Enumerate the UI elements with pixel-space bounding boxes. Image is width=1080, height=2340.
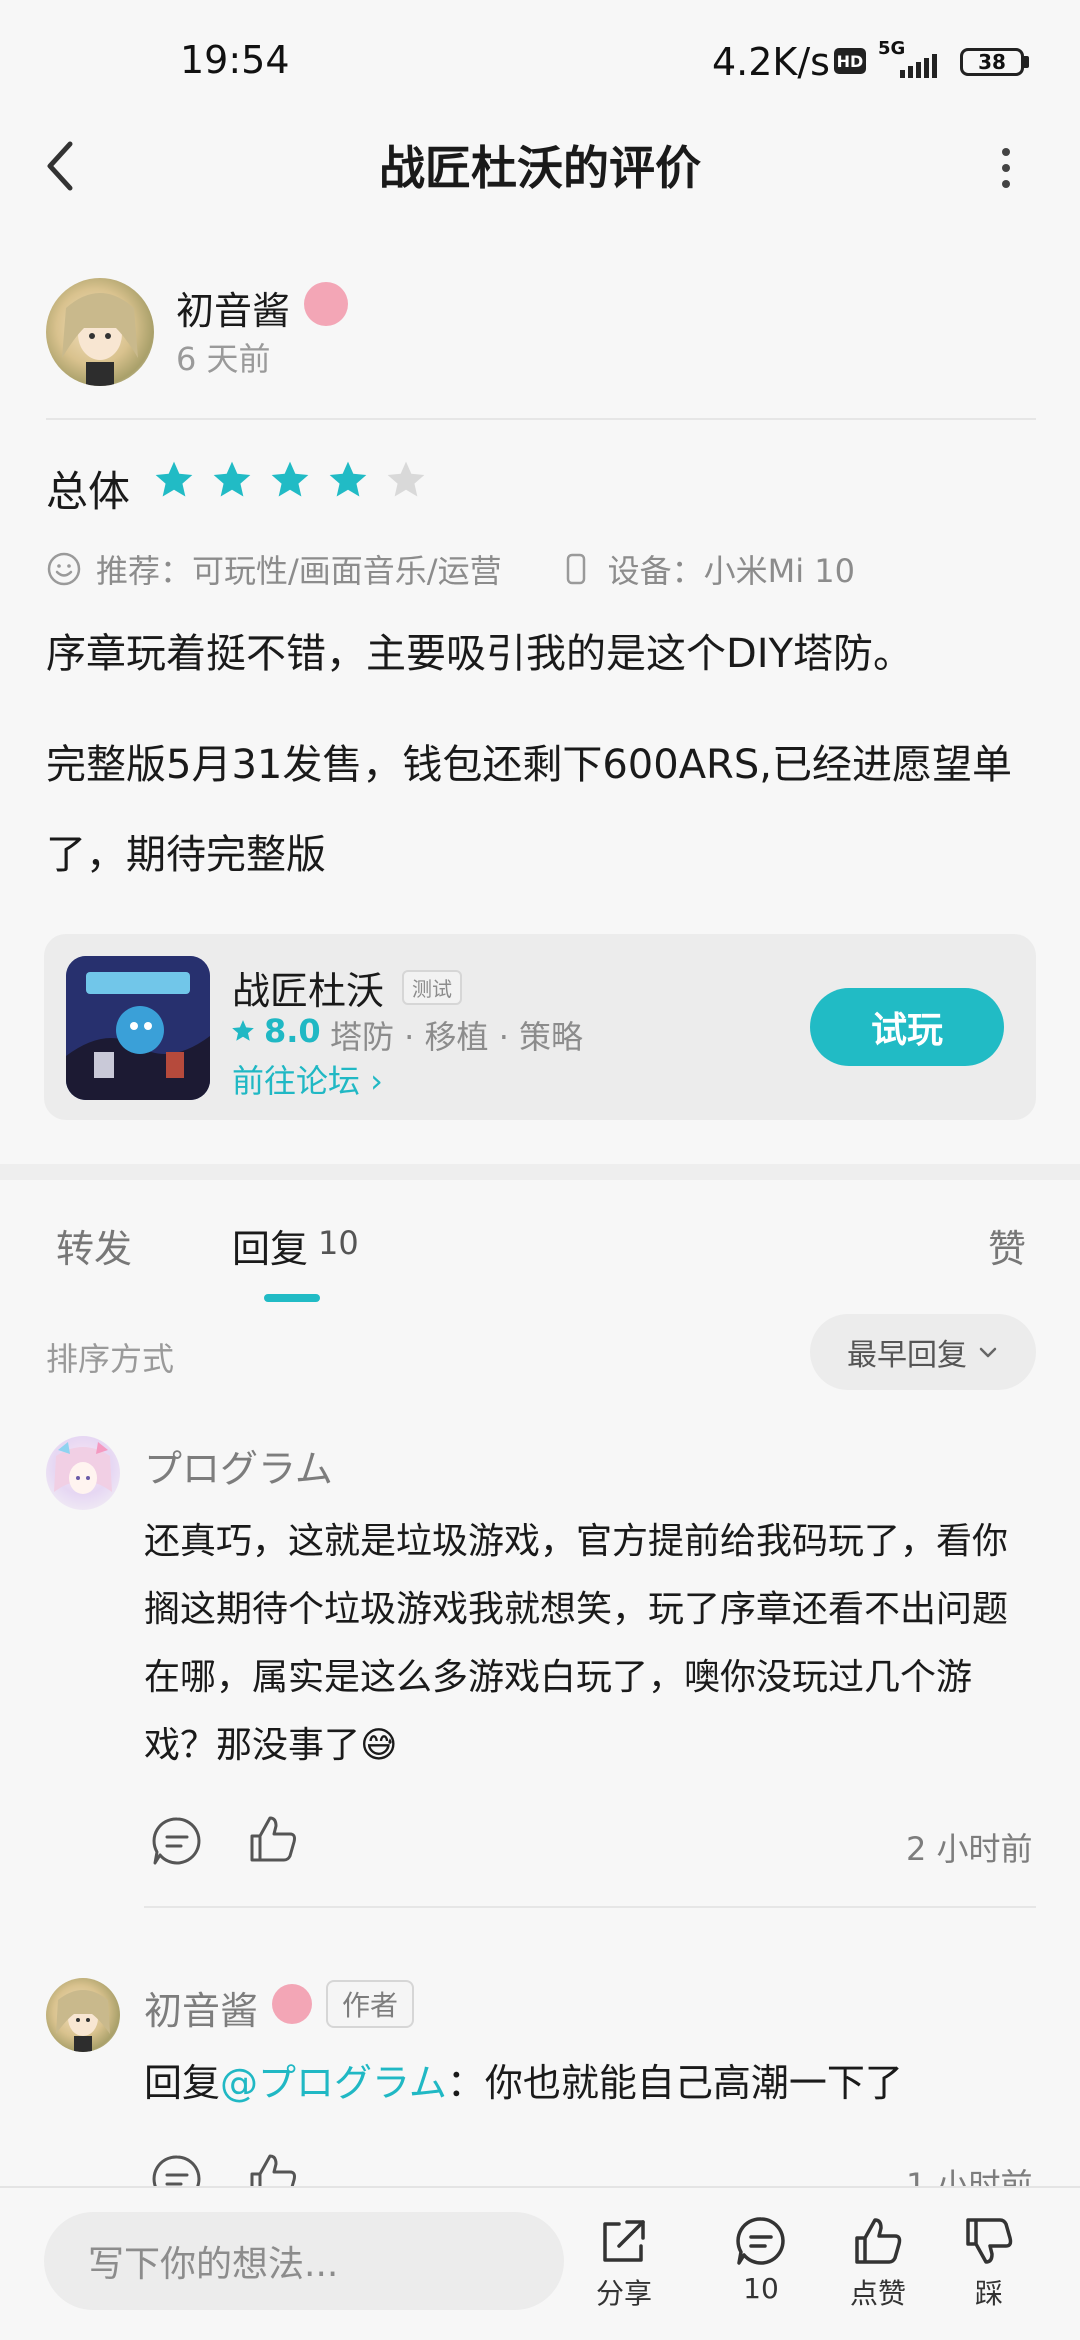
author-badge: 作者 [326, 1980, 415, 2028]
review-paragraph: 序章玩着挺不错，主要吸引我的是这个DIY塔防。 [46, 631, 914, 677]
page-title: 战匠杜沃的评价 [379, 141, 701, 195]
rating-stars [152, 458, 428, 502]
commenter-avatar[interactable] [46, 1436, 120, 1510]
star-filled-icon [155, 461, 193, 497]
smile-icon [47, 552, 81, 586]
comment-body: ：你也就能自己高潮一下了 [446, 2061, 903, 2105]
like-label: 点赞 [850, 2277, 907, 2310]
level-badge-icon [304, 282, 348, 326]
comment-text: 回复@プログラム：你也就能自己高潮一下了 [144, 2052, 903, 2107]
signal-icon [900, 54, 937, 78]
recommend-text: 推荐：可玩性/画面音乐/运营 [96, 552, 502, 590]
thumbs-up-icon[interactable] [246, 1812, 300, 1866]
sort-label: 排序方式 [46, 1340, 175, 1378]
star-icon [232, 1020, 254, 1041]
share-label: 分享 [596, 2277, 653, 2310]
phone-icon [566, 553, 585, 585]
game-score: 8.0 [230, 1012, 321, 1050]
game-icon[interactable] [66, 956, 210, 1100]
commenter-name[interactable]: 初音酱 [144, 1980, 258, 2035]
tab-reply-count[interactable]: 10 [318, 1224, 359, 1262]
sort-select[interactable]: 最早回复 [810, 1314, 1036, 1390]
comment-button[interactable]: 10 [734, 2214, 788, 2305]
network-speed: 4.2K/s [712, 40, 830, 84]
star-filled-icon [271, 461, 309, 497]
commenter-name[interactable]: プログラム [144, 1438, 333, 1493]
section-separator [0, 1164, 1080, 1180]
star-filled-icon [329, 461, 367, 497]
like-button[interactable]: 点赞 [850, 2214, 906, 2312]
divider [46, 418, 1036, 420]
comment-text: 还真巧，这就是垃圾游戏，官方提前给我码玩了，看你搁这期待个垃圾游戏我就想笑，玩了… [144, 1521, 1009, 1766]
chevron-down-icon [979, 1347, 997, 1358]
author-avatar[interactable] [46, 278, 154, 386]
review-meta: 推荐：可玩性/画面音乐/运营 设备：小米Mi 10 [46, 546, 855, 592]
forum-link[interactable]: 前往论坛 › [232, 1056, 383, 1102]
dislike-button[interactable]: 踩 [962, 2214, 1016, 2312]
star-filled-icon [213, 461, 251, 497]
battery-tip [1024, 56, 1029, 68]
try-play-button[interactable]: 试玩 [810, 988, 1004, 1066]
tab-reply[interactable]: 回复 [232, 1218, 308, 1273]
more-options-icon[interactable] [996, 140, 1016, 196]
sort-value: 最早回复 [847, 1338, 967, 1373]
mention-link[interactable]: @プログラム [220, 2061, 447, 2105]
commenter-avatar[interactable] [46, 1978, 120, 2052]
reply-prefix: 回复 [144, 2061, 221, 2105]
reply-icon[interactable] [150, 1814, 204, 1868]
battery-icon: 38 [960, 48, 1024, 76]
device-text: 设备：小米Mi 10 [607, 552, 855, 590]
divider [144, 1906, 1036, 1908]
status-time: 19:54 [180, 38, 290, 82]
game-name[interactable]: 战匠杜沃 [232, 960, 384, 1015]
thumbs-down-icon [966, 2218, 1013, 2264]
game-score-value: 8.0 [264, 1012, 321, 1050]
hd-icon: HD [834, 48, 866, 74]
star-empty-icon [387, 461, 425, 497]
dislike-label: 踩 [974, 2277, 1003, 2310]
post-time: 6 天前 [176, 340, 271, 378]
test-badge: 测试 [402, 970, 462, 1005]
share-icon [603, 2220, 645, 2262]
share-button[interactable]: 分享 [596, 2214, 652, 2312]
comment-time: 2 小时前 [906, 1830, 1033, 1868]
tab-indicator [264, 1294, 320, 1302]
game-tags: 塔防 · 移植 · 策略 [330, 1018, 584, 1056]
rating-label: 总体 [46, 467, 131, 516]
tab-forward[interactable]: 转发 [56, 1218, 132, 1273]
comment-input[interactable]: 写下你的想法... [44, 2212, 564, 2310]
comment-icon [736, 2217, 785, 2265]
tab-like[interactable]: 赞 [988, 1218, 1026, 1273]
author-name[interactable]: 初音酱 [176, 280, 290, 335]
level-badge-icon [272, 1984, 312, 2024]
thumbs-up-icon [855, 2218, 902, 2264]
review-paragraph: 完整版5月31发售，钱包还剩下600ARS,已经进愿望单了，期待完整版 [46, 742, 1012, 878]
comment-count: 10 [743, 2272, 779, 2305]
